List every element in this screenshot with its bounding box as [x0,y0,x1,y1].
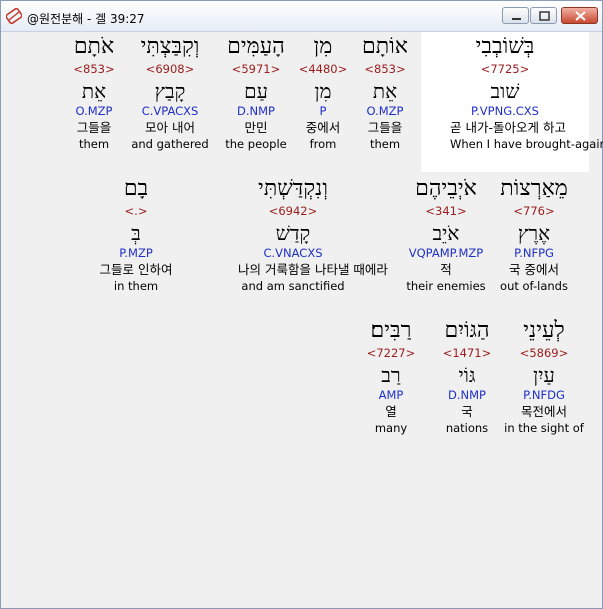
english-gloss: When I have brought-again [450,137,603,151]
hebrew-word: רַבִּים׃ [370,318,412,343]
english-gloss: their enemies [406,279,486,293]
lemma: קָדַשׁ [275,221,311,245]
parsing-code: P.VPNG.CXS [471,104,539,118]
hebrew-word: בָם [123,176,149,201]
parsing-code: VQPAMP.MZP [408,246,484,260]
korean-gloss: 그들로 인하여 [99,262,173,277]
word-column[interactable]: בָם <.> בְּ P.MZP 그들로 인하여 in them [81,176,191,294]
app-logo-icon [5,7,23,25]
strong-number[interactable]: <341> [391,202,501,220]
strong-number[interactable]: <6942> [238,202,348,220]
korean-gloss: 열 [385,404,397,419]
hebrew-word: אֹתָם [73,34,115,59]
maximize-button[interactable] [530,7,557,24]
word-column[interactable]: אֹתָם <853> אֵת O.MZP 그들을 them [39,34,149,152]
parsing-code: O.MZP [75,104,113,118]
word-column[interactable]: אֹיְבֵיהֶם <341> אֹיֵב VQPAMP.MZP 적 their ene… [391,176,501,294]
strong-number[interactable]: <853> [39,60,149,78]
word-column[interactable]: בְּשׁוֹבְבִי <7725> שׁוב P.VPNG.CXS 곧 내가-돌아오… [450,34,603,152]
english-gloss: and am sanctified [241,279,345,293]
hebrew-word: בְּשׁוֹבְבִי [475,34,535,59]
close-button[interactable] [561,7,598,24]
lemma: בְּ [131,221,141,245]
korean-gloss: 곧 내가-돌아오게 하고 [450,120,566,135]
strong-number[interactable]: <7227> [336,344,446,362]
strong-number[interactable]: <7725> [450,60,560,78]
parsing-code: AMP [378,388,404,402]
lemma: רַב [381,363,401,387]
english-gloss: many [374,421,408,435]
hebrew-word: וְנִקְדַּשְׁתִּי [258,176,328,201]
korean-gloss: 그들을 [76,120,112,135]
english-gloss: them [78,137,110,151]
korean-gloss: 적 [440,262,452,277]
word-column[interactable]: רַבִּים׃ <7227> רַב AMP 열 many [336,318,446,436]
lemma: אֹיֵב [432,221,460,245]
hebrew-word: אֹיְבֵיהֶם [415,176,477,201]
title-bar[interactable]: @원전분해 - 겔 39:27 [1,1,602,32]
word-column[interactable]: וְנִקְדַּשְׁתִּי <6942> קָדַשׁ C.VNACXS 나의 거… [238,176,388,294]
lemma: אֵת [81,79,107,103]
strong-number[interactable]: <.> [81,202,191,220]
korean-gloss: 나의 거룩함을 나타낼 때에라 [238,262,388,277]
lemma: שׁוב [490,79,520,103]
english-gloss: in them [113,279,159,293]
parsing-code: P.MZP [119,246,153,260]
minimize-button[interactable] [502,7,529,24]
analysis-panel: בְּשׁוֹבְבִי <7725> שׁוב P.VPNG.CXS 곧 내가-돌아오… [8,32,603,606]
parsing-code: C.VNACXS [263,246,323,260]
app-window: @원전분해 - 겔 39:27 בְּשׁוֹבְבִי <7725> שׁוב P.… [0,0,603,609]
window-title: @원전분해 - 겔 39:27 [27,12,145,26]
